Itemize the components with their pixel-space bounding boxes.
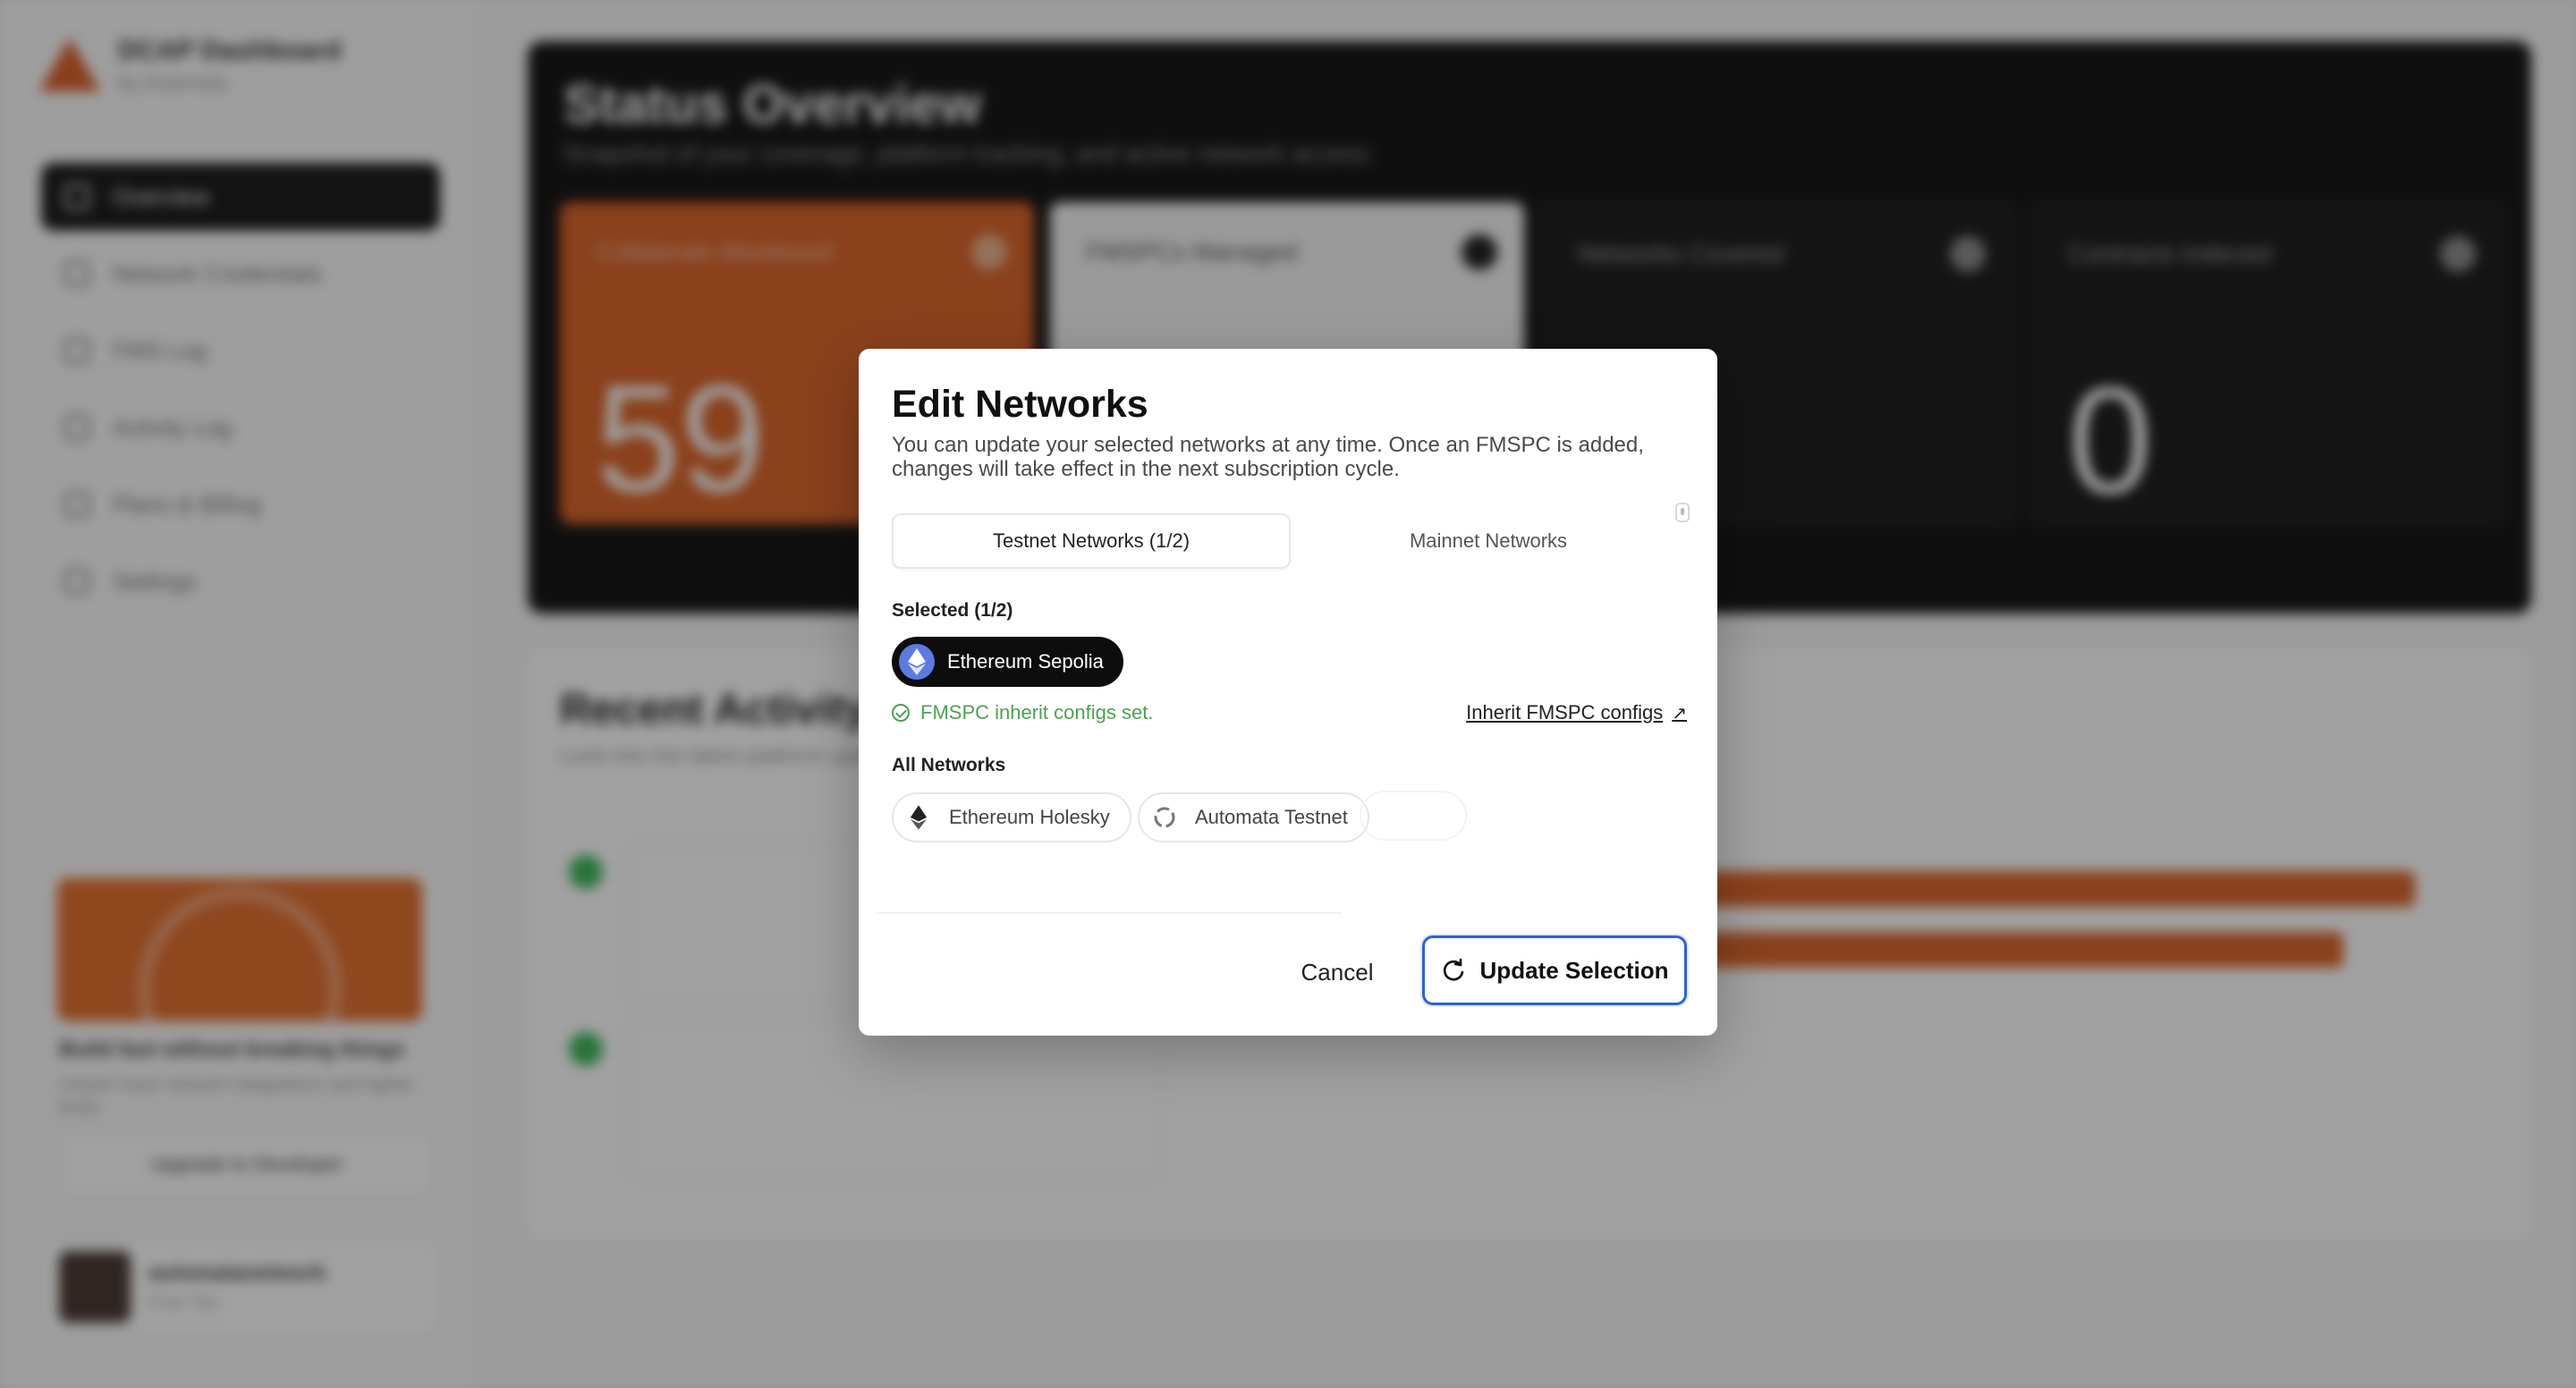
dialog-title: Edit Networks [892, 383, 1148, 426]
network-name: Automata Testnet [1195, 806, 1348, 828]
selected-network-chip[interactable]: Ethereum Sepolia [892, 637, 1123, 687]
refresh-icon [1443, 958, 1463, 981]
network-name: Ethereum Holesky [949, 806, 1110, 828]
automata-icon [1147, 800, 1182, 835]
ethereum-icon [901, 800, 936, 835]
ethereum-icon [899, 644, 935, 680]
inherit-fmspc-link[interactable]: Inherit FMSPC configs ↗ [1466, 701, 1687, 724]
divider [877, 912, 1342, 914]
inherit-link-label: Inherit FMSPC configs [1466, 701, 1664, 724]
external-arrow-icon: ↗ [1672, 703, 1687, 724]
update-selection-button[interactable]: Update Selection [1422, 935, 1687, 1005]
fmspc-status-text: FMSPC inherit configs set. [920, 701, 1154, 724]
edit-networks-dialog: Edit Networks You can update your select… [859, 349, 1717, 1036]
network-tabs: Testnet Networks (1/2) Mainnet Networks [892, 513, 1686, 569]
check-circle-icon [892, 704, 910, 722]
network-chip-automata-testnet[interactable]: Automata Testnet [1138, 792, 1369, 842]
network-chip-ethereum-holesky[interactable]: Ethereum Holesky [892, 792, 1131, 842]
update-selection-label: Update Selection [1479, 956, 1669, 984]
tab-testnet[interactable]: Testnet Networks (1/2) [892, 513, 1291, 569]
tab-mainnet[interactable]: Mainnet Networks [1291, 513, 1686, 569]
cancel-button[interactable]: Cancel [1288, 939, 1386, 1005]
all-networks-label: All Networks [892, 755, 1006, 775]
placeholder-chip [1360, 791, 1467, 841]
fmspc-status: FMSPC inherit configs set. [892, 701, 1153, 724]
network-name: Ethereum Sepolia [947, 650, 1104, 673]
selected-label: Selected (1/2) [892, 600, 1013, 621]
dialog-description: You can update your selected networks at… [892, 433, 1644, 481]
